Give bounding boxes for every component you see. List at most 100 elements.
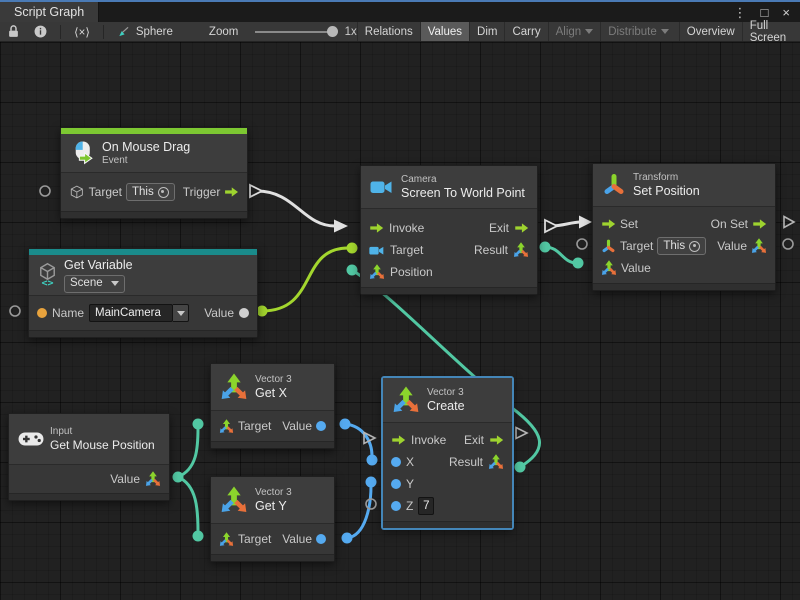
zoom-slider-handle[interactable] — [327, 26, 338, 37]
lock-button[interactable] — [0, 22, 27, 41]
vector3-port-icon — [751, 238, 767, 254]
port-get-variable-value[interactable] — [257, 306, 268, 317]
vector3-port-icon — [219, 532, 234, 547]
graph-canvas[interactable]: On Mouse Drag Event Target This Trigger — [0, 42, 800, 600]
variable-name-field[interactable]: MainCamera — [89, 304, 173, 322]
port-set-position-value-out[interactable] — [783, 239, 793, 249]
node-vector3-create[interactable]: Vector 3 Create Invoke Exit X Result — [382, 377, 513, 529]
port-camera-target[interactable] — [347, 243, 358, 254]
toolbar-toggles: Relations Values Dim Carry Align Distrib… — [357, 22, 800, 41]
node-footer — [361, 287, 537, 294]
tab-title: Script Graph — [14, 5, 84, 19]
wire-getx-to-create-x[interactable] — [345, 424, 372, 456]
port-set-position-target[interactable] — [577, 239, 587, 249]
maximize-icon[interactable]: □ — [761, 6, 769, 19]
overview-button[interactable]: Overview — [679, 22, 742, 41]
port-set-position-value-in[interactable] — [573, 258, 584, 269]
values-toggle[interactable]: Values — [420, 22, 469, 41]
vector3-port-icon — [369, 264, 385, 280]
breadcrumb[interactable]: Sphere — [110, 22, 180, 41]
float-port-icon[interactable] — [391, 501, 401, 511]
port-gety-value[interactable] — [342, 533, 353, 544]
flow-arrow-icon — [514, 223, 529, 233]
node-footer — [211, 441, 334, 448]
wire-gety-to-create-y[interactable] — [347, 486, 371, 538]
flow-arrow-icon — [224, 187, 239, 197]
z-value-field[interactable]: 7 — [418, 497, 434, 515]
node-get-variable[interactable]: <> Get Variable Scene Name MainCamera — [28, 248, 258, 338]
object-picker-icon[interactable] — [689, 241, 700, 252]
distribute-dropdown: Distribute — [600, 22, 676, 41]
port-mouse-drag-target[interactable] — [40, 186, 50, 196]
node-get-x[interactable]: Vector 3 Get X Target Value — [210, 363, 335, 449]
string-port-icon[interactable] — [37, 308, 47, 318]
port-label-name: Name — [52, 306, 84, 320]
port-label-value: Value — [282, 532, 312, 546]
node-footer — [29, 330, 257, 337]
flow-in-port-set[interactable] — [579, 216, 592, 229]
zoom-slider[interactable] — [255, 31, 336, 33]
flow-out-port-trigger[interactable] — [250, 185, 262, 197]
port-label-target: Target — [390, 243, 423, 257]
port-label-value: Value — [110, 472, 140, 486]
wire-trigger-to-invoke[interactable] — [257, 191, 335, 226]
info-button[interactable] — [27, 22, 54, 41]
toolbar-separator — [103, 25, 104, 39]
port-create-y[interactable] — [366, 477, 377, 488]
wire-mouse-to-getx[interactable] — [178, 428, 198, 477]
flow-out-port-exit[interactable] — [545, 220, 557, 232]
float-port-icon[interactable] — [316, 534, 326, 544]
node-get-mouse-position[interactable]: Input Get Mouse Position Value — [8, 413, 170, 501]
brackets-icon: <> — [41, 279, 53, 289]
tab-script-graph[interactable]: Script Graph — [0, 2, 99, 22]
node-set-position[interactable]: Transform Set Position Set On Set Target… — [592, 163, 776, 291]
port-create-exit[interactable] — [516, 428, 527, 439]
node-on-mouse-drag[interactable]: On Mouse Drag Event Target This Trigger — [60, 127, 248, 219]
graph-toolbar: ⟨×⟩ Sphere Zoom 1x Relations Values Dim … — [0, 22, 800, 42]
code-preview-button[interactable]: ⟨×⟩ — [67, 22, 97, 41]
float-port-icon[interactable] — [316, 421, 326, 431]
wire-mouse-to-gety[interactable] — [178, 477, 198, 532]
info-icon — [33, 24, 48, 39]
value-port-icon[interactable] — [239, 308, 249, 318]
node-footer — [383, 521, 512, 528]
port-on-set-out[interactable] — [784, 217, 794, 228]
port-label-target: Target — [89, 185, 122, 199]
port-mouse-position-value[interactable] — [173, 472, 184, 483]
port-create-result[interactable] — [515, 462, 526, 473]
transform-port-icon — [601, 239, 616, 254]
node-get-y[interactable]: Vector 3 Get Y Target Value — [210, 476, 335, 562]
wire-variable-to-target[interactable] — [262, 248, 348, 311]
object-picker-icon[interactable] — [158, 187, 169, 198]
this-target-chip[interactable]: This — [657, 237, 706, 255]
vector3-port-icon — [145, 471, 161, 487]
relations-toggle[interactable]: Relations — [357, 22, 420, 41]
node-footer — [9, 493, 169, 500]
node-screen-to-world-point[interactable]: Camera Screen To World Point Invoke Exit… — [360, 165, 538, 295]
port-gety-target[interactable] — [193, 531, 204, 542]
port-camera-position[interactable] — [347, 265, 358, 276]
variable-scope-dropdown[interactable]: Scene — [64, 275, 125, 293]
carry-toggle[interactable]: Carry — [504, 22, 547, 41]
node-title: Get Mouse Position — [50, 438, 155, 452]
float-port-icon[interactable] — [391, 457, 401, 467]
float-port-icon[interactable] — [391, 479, 401, 489]
port-getx-target[interactable] — [193, 419, 204, 430]
port-label-set: Set — [620, 217, 638, 231]
port-label-result: Result — [449, 455, 483, 469]
variable-name-dropdown[interactable] — [173, 304, 189, 322]
flow-arrow-icon — [752, 219, 767, 229]
full-screen-button[interactable]: Full Screen — [742, 22, 800, 41]
port-get-variable-in[interactable] — [10, 306, 20, 316]
chevron-down-icon — [111, 281, 119, 286]
dim-toggle[interactable]: Dim — [469, 22, 504, 41]
this-target-chip[interactable]: This — [126, 183, 175, 201]
close-icon[interactable]: × — [782, 6, 790, 19]
port-create-x[interactable] — [367, 455, 378, 466]
menu-icon[interactable]: ⋮ — [734, 6, 747, 19]
node-category: Transform — [633, 172, 700, 184]
node-category: Vector 3 — [255, 487, 292, 499]
port-getx-value[interactable] — [340, 419, 351, 430]
flow-in-port-invoke[interactable] — [334, 220, 348, 233]
port-camera-result[interactable] — [540, 242, 551, 253]
